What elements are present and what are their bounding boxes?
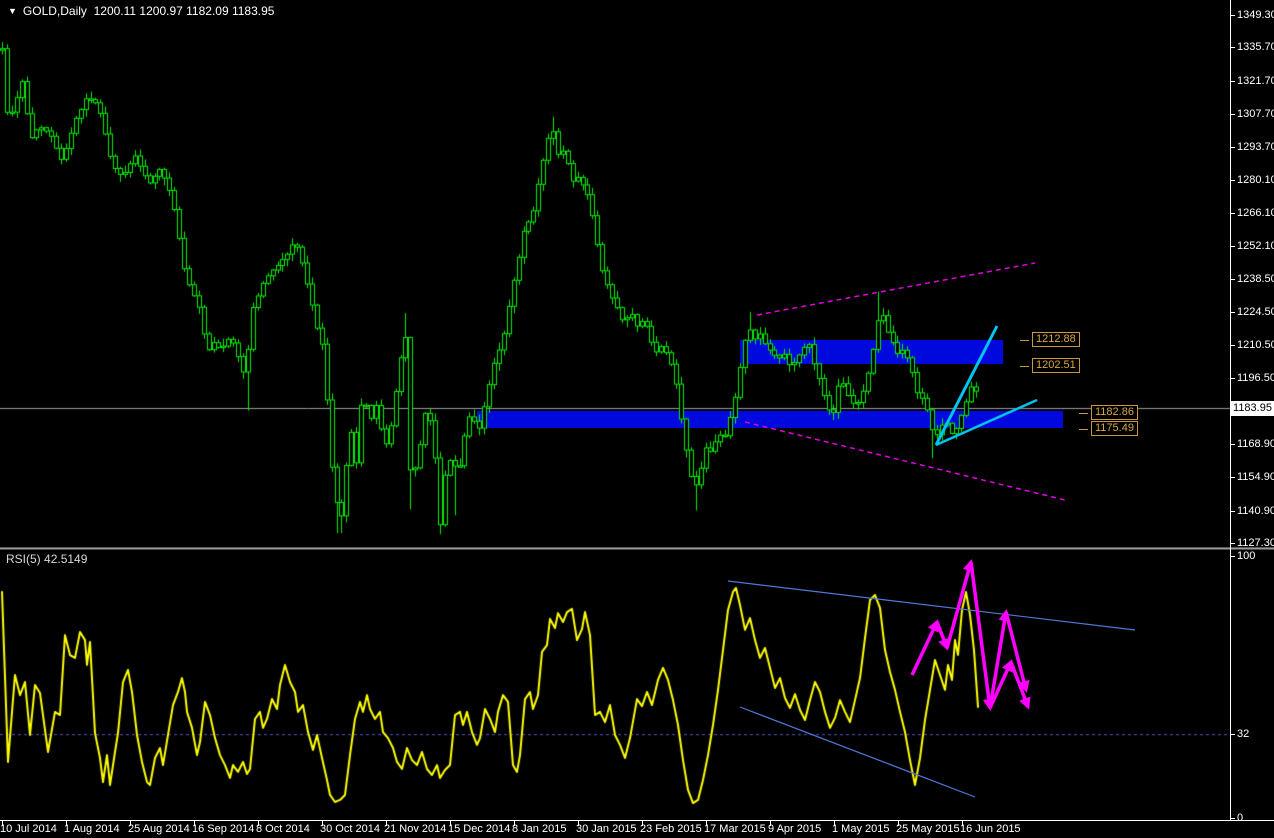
rsi-lower-trendline[interactable]: [739, 706, 976, 798]
rsi-swing-arrow-4[interactable]: [969, 561, 995, 711]
chart-title: ▼ GOLD,Daily 1200.11 1200.97 1182.09 1183…: [8, 4, 274, 18]
symbol-label: GOLD,Daily: [22, 4, 87, 18]
panel-separator[interactable]: [0, 547, 1274, 550]
current-price-label: 1183.95: [1231, 401, 1274, 416]
lower-wedge-trendline-dashed[interactable]: [744, 421, 1066, 501]
date-axis-line: [0, 820, 1274, 821]
rsi-indicator-value: 42.5149: [44, 552, 88, 566]
upper-wedge-trendline-dashed[interactable]: [756, 262, 1036, 316]
symbol-dropdown-icon: ▼: [8, 6, 17, 16]
steep-cyan-trendline[interactable]: [934, 325, 999, 446]
drawing-objects-overlay: [727, 262, 1136, 798]
rsi-swing-arrow-1[interactable]: [910, 619, 939, 676]
rsi-upper-trendline[interactable]: [727, 580, 1136, 631]
rsi-indicator-label: RSI(5) 42.5149: [6, 552, 88, 566]
rsi-swing-arrow-2[interactable]: [935, 621, 950, 651]
quote-ohlc: 1200.11 1200.97 1182.09 1183.95: [93, 4, 275, 18]
shallow-cyan-trendline[interactable]: [935, 398, 1038, 447]
mt4-chart-window: 1349.30 1335.70 1321.70 1307.70 1293.70 1280.…: [0, 0, 1274, 838]
rsi-swing-arrow-3[interactable]: [945, 559, 975, 649]
